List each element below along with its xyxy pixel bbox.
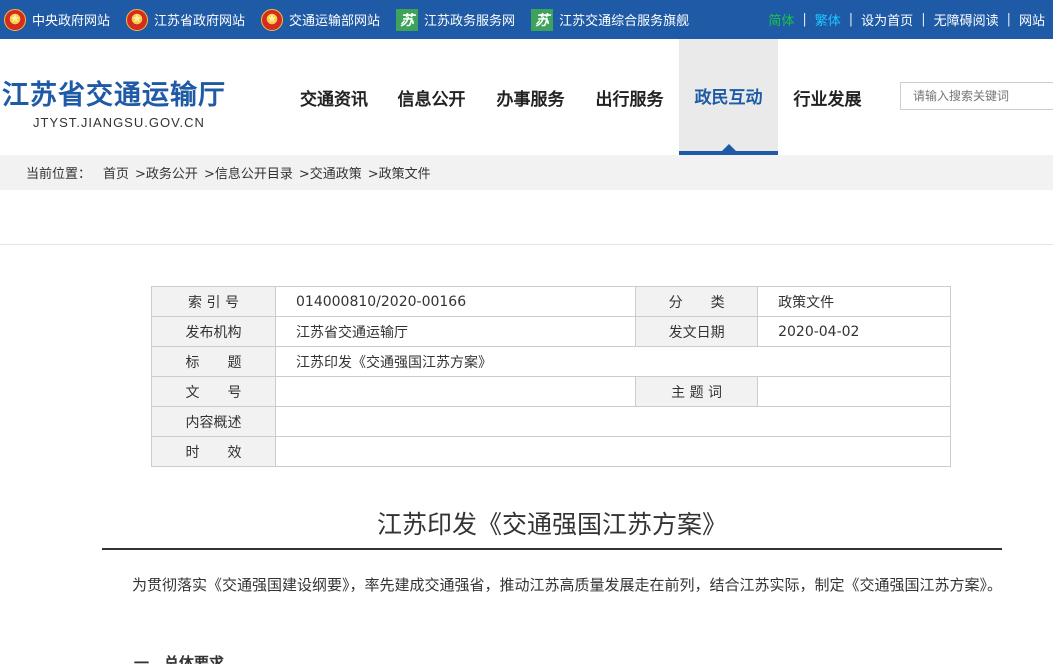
set-homepage-link[interactable]: 设为首页 xyxy=(853,10,921,29)
nav-transport-news[interactable]: 交通资讯 xyxy=(286,39,382,155)
su-logo-icon: 苏 xyxy=(396,8,419,31)
issuer-label: 发布机构 xyxy=(151,316,276,347)
issuer-value: 江苏省交通运输厅 xyxy=(274,316,637,347)
simplified-link[interactable]: 简体 xyxy=(760,10,802,29)
link-jiangsu-gov[interactable]: 江苏省政府网站 xyxy=(126,8,246,31)
header: 江苏省交通运输厅 JTYST.JIANGSU.GOV.CN 交通资讯 信息公开 … xyxy=(0,39,1053,155)
more-link[interactable]: 网站 xyxy=(1011,10,1053,29)
link-transport-service[interactable]: 苏 江苏交通综合服务旗舰 xyxy=(531,8,690,31)
national-emblem-icon xyxy=(4,8,26,31)
main-nav: 交通资讯 信息公开 办事服务 出行服务 政民互动 行业发展 xyxy=(286,39,877,155)
link-gov-service-label: 江苏政务服务网 xyxy=(424,14,516,29)
nav-industry[interactable]: 行业发展 xyxy=(778,39,877,155)
title-label: 标 题 xyxy=(151,346,276,377)
index-label: 索 引 号 xyxy=(151,286,276,317)
table-row: 索 引 号 014000810/2020-00166 分 类 政策文件 xyxy=(151,286,951,317)
top-bar: 中央政府网站 江苏省政府网站 交通运输部网站 苏 江苏政务服务网 苏 江苏交通综… xyxy=(0,0,1053,39)
link-central-gov-label: 中央政府网站 xyxy=(32,14,111,29)
su-logo-icon: 苏 xyxy=(531,8,554,31)
docno-label: 文 号 xyxy=(151,376,276,407)
breadcrumb: 当前位置： 首页 >政务公开 >信息公开目录 >交通政策 >政策文件 xyxy=(0,155,1053,190)
site-logo-title[interactable]: 江苏省交通运输厅 xyxy=(2,73,226,112)
title-value: 江苏印发《交通强国江苏方案》 xyxy=(275,346,951,377)
breadcrumb-gov-affairs[interactable]: >政务公开 xyxy=(135,163,198,182)
search-input[interactable] xyxy=(900,82,1053,110)
validity-label: 时 效 xyxy=(151,436,276,467)
validity-value xyxy=(275,436,951,467)
index-value: 014000810/2020-00166 xyxy=(274,286,637,317)
national-emblem-icon xyxy=(261,8,284,31)
link-central-gov[interactable]: 中央政府网站 xyxy=(4,8,111,31)
article-paragraph: 为贯彻落实《交通强国建设纲要》，率先建成交通强省，推动江苏高质量发展走在前列，结… xyxy=(132,576,1003,594)
top-links: 中央政府网站 江苏省政府网站 交通运输部网站 苏 江苏政务服务网 苏 江苏交通综… xyxy=(0,0,701,39)
link-transport-service-label: 江苏交通综合服务旗舰 xyxy=(559,14,690,29)
traditional-link[interactable]: 繁体 xyxy=(807,10,849,29)
table-row: 标 题 江苏印发《交通强国江苏方案》 xyxy=(151,346,951,377)
summary-label: 内容概述 xyxy=(151,406,276,437)
table-row: 文 号 主 题 词 xyxy=(151,376,951,407)
keywords-value xyxy=(757,376,951,407)
link-gov-service[interactable]: 苏 江苏政务服务网 xyxy=(396,8,516,31)
national-emblem-icon xyxy=(126,8,149,31)
keywords-label: 主 题 词 xyxy=(635,376,759,407)
docno-value xyxy=(274,376,637,407)
category-value: 政策文件 xyxy=(757,286,951,317)
nav-travel-services[interactable]: 出行服务 xyxy=(580,39,679,155)
date-label: 发文日期 xyxy=(635,316,759,347)
article-title: 江苏印发《交通强国江苏方案》 xyxy=(376,510,727,539)
date-value: 2020-04-02 xyxy=(757,316,951,347)
breadcrumb-label: 当前位置： xyxy=(26,167,92,182)
table-row: 内容概述 xyxy=(151,406,951,437)
breadcrumb-transport-policy[interactable]: >交通政策 xyxy=(299,163,362,182)
summary-value xyxy=(275,406,951,437)
document-info-table: 索 引 号 014000810/2020-00166 分 类 政策文件 发布机构… xyxy=(151,286,951,467)
title-divider xyxy=(102,548,1002,550)
accessible-reading-link[interactable]: 无障碍阅读 xyxy=(926,10,1007,29)
nav-interaction[interactable]: 政民互动 xyxy=(679,39,778,155)
link-mot-label: 交通运输部网站 xyxy=(289,14,381,29)
table-row: 时 效 xyxy=(151,436,951,467)
link-jiangsu-gov-label: 江苏省政府网站 xyxy=(154,14,246,29)
breadcrumb-info-catalog[interactable]: >信息公开目录 xyxy=(204,163,293,182)
site-logo-domain: JTYST.JIANGSU.GOV.CN xyxy=(33,115,205,130)
category-label: 分 类 xyxy=(635,286,759,317)
breadcrumb-home[interactable]: 首页 xyxy=(103,163,129,182)
nav-services[interactable]: 办事服务 xyxy=(481,39,580,155)
top-right-links: 简体 | 繁体 | 设为首页 | 无障碍阅读 | 网站 xyxy=(760,0,1053,39)
spacer xyxy=(0,190,1053,245)
section-heading: 一、总体要求 xyxy=(134,654,225,664)
breadcrumb-policy-docs[interactable]: >政策文件 xyxy=(368,163,431,182)
nav-info-disclosure[interactable]: 信息公开 xyxy=(382,39,481,155)
table-row: 发布机构 江苏省交通运输厅 发文日期 2020-04-02 xyxy=(151,316,951,347)
link-mot[interactable]: 交通运输部网站 xyxy=(261,8,381,31)
